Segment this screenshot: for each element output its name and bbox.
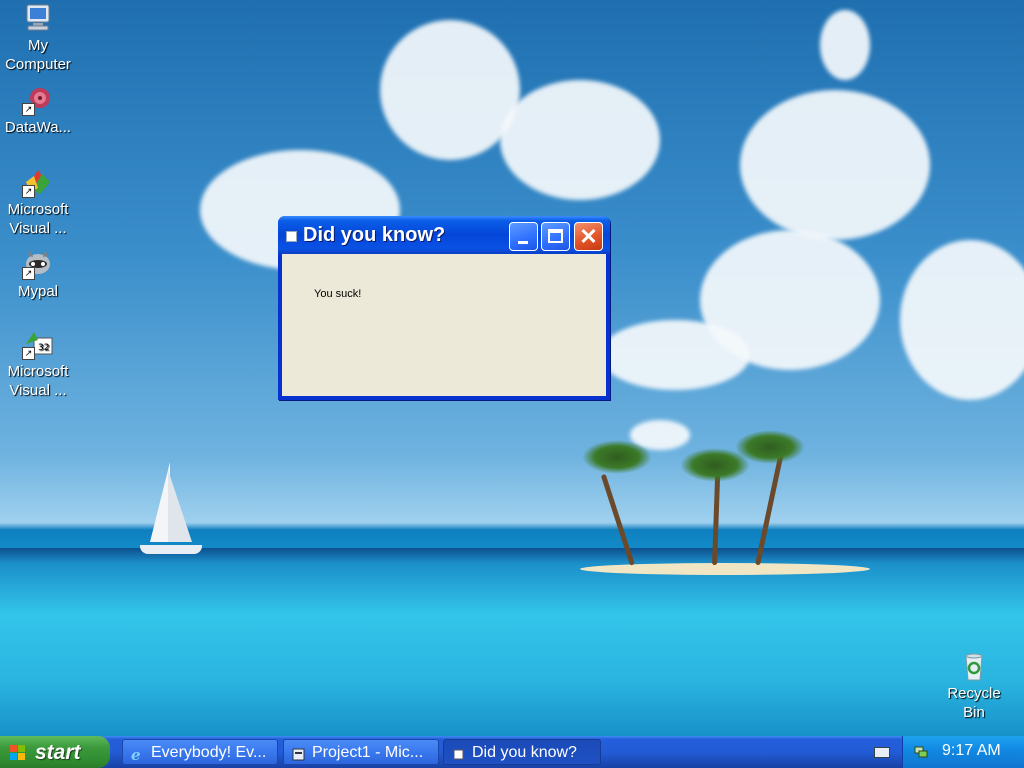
- cloud: [740, 90, 930, 240]
- desktop-icon-label: Mypal: [17, 283, 58, 300]
- windows-logo-icon: [10, 745, 26, 761]
- window-titlebar[interactable]: Did you know? ✕: [278, 216, 610, 254]
- svg-text:32: 32: [38, 343, 49, 353]
- minimize-icon: [518, 241, 528, 244]
- desktop-icon-label: Microsoft Visual ...: [7, 201, 69, 237]
- sail: [168, 470, 192, 542]
- computer-icon: [22, 2, 54, 34]
- svg-text:e: e: [131, 747, 141, 762]
- desktop-icon-visual-basic[interactable]: 32 ↗ Microsoft Visual ...: [0, 328, 76, 400]
- visual-basic-shortcut-icon: 32 ↗: [22, 328, 54, 360]
- shortcut-arrow-icon: ↗: [22, 347, 35, 360]
- minimize-button[interactable]: [509, 222, 538, 251]
- network-icon[interactable]: [913, 743, 929, 759]
- keyboard-icon[interactable]: [874, 747, 890, 758]
- mypal-shortcut-icon: ↗: [22, 248, 54, 280]
- did-you-know-window[interactable]: Did you know? ✕ You suck!: [278, 216, 610, 400]
- shortcut-arrow-icon: ↗: [22, 103, 35, 116]
- recycle-bin-icon: [958, 650, 990, 682]
- cloud: [900, 240, 1024, 400]
- cloud: [500, 80, 660, 200]
- desktop-icon-visual-studio[interactable]: ↗ Microsoft Visual ...: [0, 166, 76, 238]
- sail: [150, 462, 170, 542]
- window-client-area: You suck!: [282, 254, 606, 396]
- clock[interactable]: 9:17 AM: [942, 742, 1001, 760]
- window-icon: [286, 231, 297, 242]
- internet-explorer-icon: e: [130, 745, 145, 764]
- desktop-icon-label: My Computer: [5, 37, 71, 73]
- taskbar-button-project1[interactable]: Project1 - Mic...: [283, 739, 439, 765]
- cloud: [820, 10, 870, 80]
- window-title: Did you know?: [303, 224, 446, 246]
- taskbar-button-did-you-know[interactable]: Did you know?: [443, 739, 601, 765]
- palm-leaves: [735, 430, 805, 464]
- desktop-icon-datawarehouse[interactable]: ↗ DataWa...: [0, 84, 76, 137]
- maximize-button[interactable]: [541, 222, 570, 251]
- desktop-icon-label: Recycle Bin: [947, 685, 1001, 721]
- desktop-icon-mypal[interactable]: ↗ Mypal: [0, 248, 76, 301]
- boat-hull: [140, 545, 202, 554]
- system-tray: 9:17 AM: [902, 736, 1024, 768]
- sea: [0, 548, 1024, 736]
- taskbar: start e Everybody! Ev... Project1 - Mic.…: [0, 736, 1024, 768]
- window-icon: [451, 745, 466, 760]
- palm-leaves: [582, 440, 652, 474]
- maximize-icon: [548, 229, 563, 243]
- visual-studio-shortcut-icon: ↗: [22, 166, 54, 198]
- shortcut-arrow-icon: ↗: [22, 185, 35, 198]
- message-label: You suck!: [314, 288, 362, 300]
- taskbar-button-label: Did you know?: [472, 744, 577, 761]
- desktop-icon-my-computer[interactable]: My Computer: [0, 2, 76, 74]
- start-label: start: [35, 741, 81, 764]
- start-button[interactable]: start: [0, 736, 110, 768]
- datawarehouse-shortcut-icon: ↗: [22, 84, 54, 116]
- shortcut-arrow-icon: ↗: [22, 267, 35, 280]
- taskbar-button-label: Project1 - Mic...: [312, 744, 424, 761]
- island: [580, 563, 870, 575]
- cloud: [380, 20, 520, 160]
- desktop-icon-recycle-bin[interactable]: Recycle Bin: [936, 650, 1012, 722]
- cloud: [600, 320, 750, 390]
- close-button[interactable]: ✕: [574, 222, 603, 251]
- close-icon: ✕: [579, 224, 598, 249]
- taskbar-button-internet-explorer[interactable]: e Everybody! Ev...: [122, 739, 278, 765]
- taskbar-button-label: Everybody! Ev...: [151, 744, 267, 761]
- desktop-icon-label: DataWa...: [4, 119, 72, 136]
- desktop-icon-label: Microsoft Visual ...: [7, 363, 69, 399]
- visual-basic-icon: [291, 745, 306, 761]
